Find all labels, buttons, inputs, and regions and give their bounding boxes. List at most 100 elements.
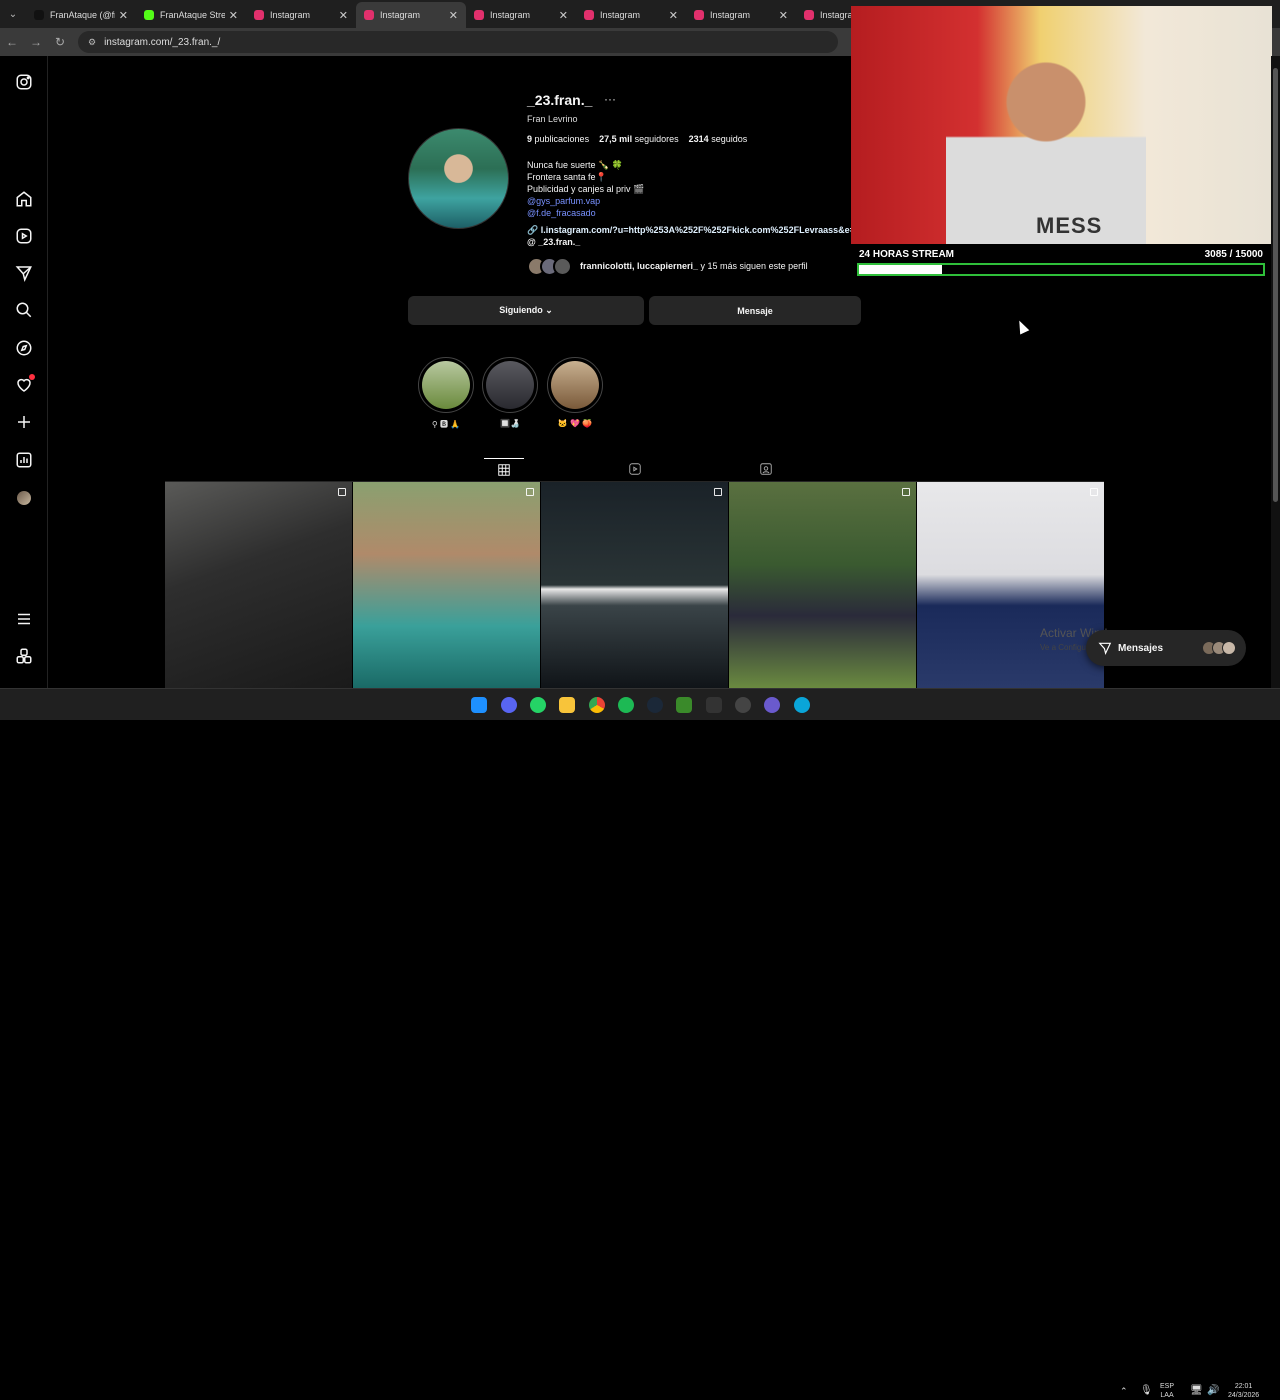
grid-icon <box>498 463 510 476</box>
tab-reels[interactable] <box>615 458 655 480</box>
tab-favicon-icon <box>474 10 484 20</box>
bio-mention-link[interactable]: @gys_parfum.vap <box>527 195 644 207</box>
carousel-icon <box>902 488 910 496</box>
browser-tab[interactable]: Instagram ✕ <box>686 2 796 28</box>
post-thumbnail[interactable] <box>541 482 728 688</box>
create-plus-icon[interactable] <box>14 412 34 432</box>
minecraft-icon[interactable] <box>676 697 692 713</box>
followers-stat[interactable]: 27,5 mil seguidores <box>599 134 679 144</box>
dashboard-icon[interactable] <box>14 450 34 470</box>
steam-icon[interactable] <box>647 697 663 713</box>
send-icon <box>1098 642 1112 655</box>
browser-tab[interactable]: Instagram ✕ <box>466 2 576 28</box>
tab-favicon-icon <box>694 10 704 20</box>
link-icon: 🔗 <box>527 225 541 235</box>
url-text: instagram.com/_23.fran._/ <box>104 36 221 48</box>
whatsapp-icon[interactable] <box>530 697 546 713</box>
tab-list-icon[interactable]: ⌄ <box>0 0 26 28</box>
close-tab-icon[interactable]: ✕ <box>339 9 348 22</box>
tab-title: FranAtaque Strea <box>160 10 225 20</box>
volume-icon[interactable]: 🔊 <box>1207 1386 1219 1396</box>
followed-by-suffix: y 15 más siguen este perfil <box>698 261 808 271</box>
epic-games-icon[interactable] <box>706 697 722 713</box>
message-button[interactable]: Mensaje <box>649 296 861 325</box>
goal-value: 3085 / 15000 <box>1204 249 1263 260</box>
goal-title: 24 HORAS STREAM <box>859 249 955 260</box>
file-explorer-icon[interactable] <box>559 697 575 713</box>
chrome-icon[interactable] <box>589 697 605 713</box>
app-icon[interactable] <box>764 697 780 713</box>
home-icon[interactable] <box>14 189 34 209</box>
forward-icon[interactable]: → <box>24 35 48 49</box>
instagram-logo-icon[interactable] <box>14 72 34 92</box>
notification-dot <box>29 374 35 380</box>
profile-picture[interactable] <box>408 128 509 229</box>
edge-icon[interactable] <box>794 697 810 713</box>
external-link[interactable]: 🔗 l.instagram.com/?u=http%253A%252F%252F… <box>527 225 855 236</box>
back-icon[interactable]: ← <box>0 35 24 49</box>
browser-tab[interactable]: FranAtaque (@fra ✕ <box>26 2 136 28</box>
following-stat[interactable]: 2314 seguidos <box>689 134 748 144</box>
followed-by-names: frannicolotti, luccapierneri_ <box>580 261 699 271</box>
microphone-icon[interactable]: 🎙 <box>1140 1386 1153 1396</box>
obs-icon[interactable] <box>735 697 751 713</box>
clock[interactable]: 22:01 24/3/2026 <box>1228 1382 1259 1400</box>
post-thumbnail[interactable] <box>917 482 1104 688</box>
close-tab-icon[interactable]: ✕ <box>229 9 238 22</box>
tab-posts[interactable] <box>484 458 524 480</box>
carousel-icon <box>526 488 534 496</box>
avatar <box>553 256 572 276</box>
post-thumbnail[interactable] <box>353 482 540 688</box>
bio-mention-link[interactable]: @f.de_fracasado <box>527 207 644 219</box>
menu-hamburger-icon[interactable] <box>14 609 34 629</box>
goal-progress-bar <box>857 263 1265 276</box>
post-thumbnail[interactable] <box>729 482 916 688</box>
following-button[interactable]: Siguiendo ⌄ <box>408 296 644 325</box>
close-tab-icon[interactable]: ✕ <box>449 9 458 22</box>
explore-compass-icon[interactable] <box>14 338 34 358</box>
reload-icon[interactable]: ↻ <box>48 35 72 49</box>
post-thumbnail[interactable] <box>165 482 352 688</box>
tab-favicon-icon <box>34 10 44 20</box>
discord-icon[interactable] <box>501 697 517 713</box>
browser-tab[interactable]: Instagram ✕ <box>576 2 686 28</box>
story-highlight[interactable]: ⚲ 🅱 🙏 <box>418 357 474 430</box>
tab-title: Instagram <box>490 10 531 20</box>
spotify-icon[interactable] <box>618 697 634 713</box>
more-options-icon[interactable]: ··· <box>604 92 616 106</box>
language-indicator[interactable]: ESP LAA <box>1160 1382 1174 1400</box>
browser-tab[interactable]: FranAtaque Strea ✕ <box>136 2 246 28</box>
close-tab-icon[interactable]: ✕ <box>559 9 568 22</box>
browser-tab[interactable]: Instagram ✕ <box>356 2 466 28</box>
url-field[interactable]: ⚙ instagram.com/_23.fran._/ <box>78 31 838 53</box>
mouse-cursor-icon <box>1014 318 1030 335</box>
tab-title: Instagram <box>380 10 421 20</box>
close-tab-icon[interactable]: ✕ <box>779 9 788 22</box>
search-icon[interactable] <box>14 300 34 320</box>
tab-tagged[interactable] <box>746 458 786 480</box>
goal-progress-fill <box>859 265 943 274</box>
posts-grid <box>165 482 1104 688</box>
site-info-icon[interactable]: ⚙ <box>88 37 96 48</box>
story-highlight[interactable]: 🔲🍶 <box>482 357 538 428</box>
close-tab-icon[interactable]: ✕ <box>119 9 128 22</box>
also-from-meta-icon[interactable] <box>14 646 34 666</box>
notifications-heart-icon[interactable] <box>14 374 35 395</box>
bio-line: Nunca fue suerte 🍾 🍀 <box>527 160 623 170</box>
threads-badge[interactable]: @ _23.fran._ <box>527 237 580 247</box>
reels-icon[interactable] <box>14 226 34 246</box>
profile-avatar[interactable] <box>14 488 34 508</box>
followed-by[interactable]: frannicolotti, luccapierneri_ y 15 más s… <box>527 256 808 276</box>
page-scrollbar[interactable] <box>1271 56 1280 688</box>
scrollbar-thumb[interactable] <box>1273 68 1278 502</box>
browser-tab[interactable]: Instagram ✕ <box>246 2 356 28</box>
close-tab-icon[interactable]: ✕ <box>669 9 678 22</box>
posts-stat[interactable]: 9 publicaciones <box>527 134 589 144</box>
network-icon[interactable]: 🖥 <box>1190 1386 1203 1396</box>
direct-send-icon[interactable] <box>14 263 34 283</box>
tab-title: Instagram <box>270 10 311 20</box>
story-highlight[interactable]: 🐱 💖 🍑 <box>547 357 603 428</box>
start-windows-icon[interactable] <box>471 697 487 713</box>
show-hidden-icons[interactable]: ⌃ <box>1120 1387 1128 1396</box>
messages-pill[interactable]: Mensajes <box>1086 630 1246 666</box>
